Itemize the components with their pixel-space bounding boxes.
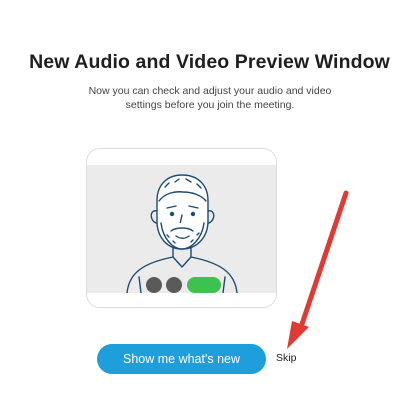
video-preview-screen — [87, 165, 276, 293]
show-whats-new-button[interactable]: Show me what's new — [97, 344, 266, 374]
mic-toggle-icon — [146, 277, 162, 293]
video-preview-card — [86, 148, 277, 308]
avatar-illustration — [126, 174, 238, 293]
join-indicator-icon — [187, 277, 221, 293]
camera-toggle-icon — [166, 277, 182, 293]
skip-link[interactable]: Skip — [276, 352, 296, 364]
dialog-subtitle: Now you can check and adjust your audio … — [88, 85, 332, 111]
dialog-title: New Audio and Video Preview Window — [29, 51, 390, 73]
